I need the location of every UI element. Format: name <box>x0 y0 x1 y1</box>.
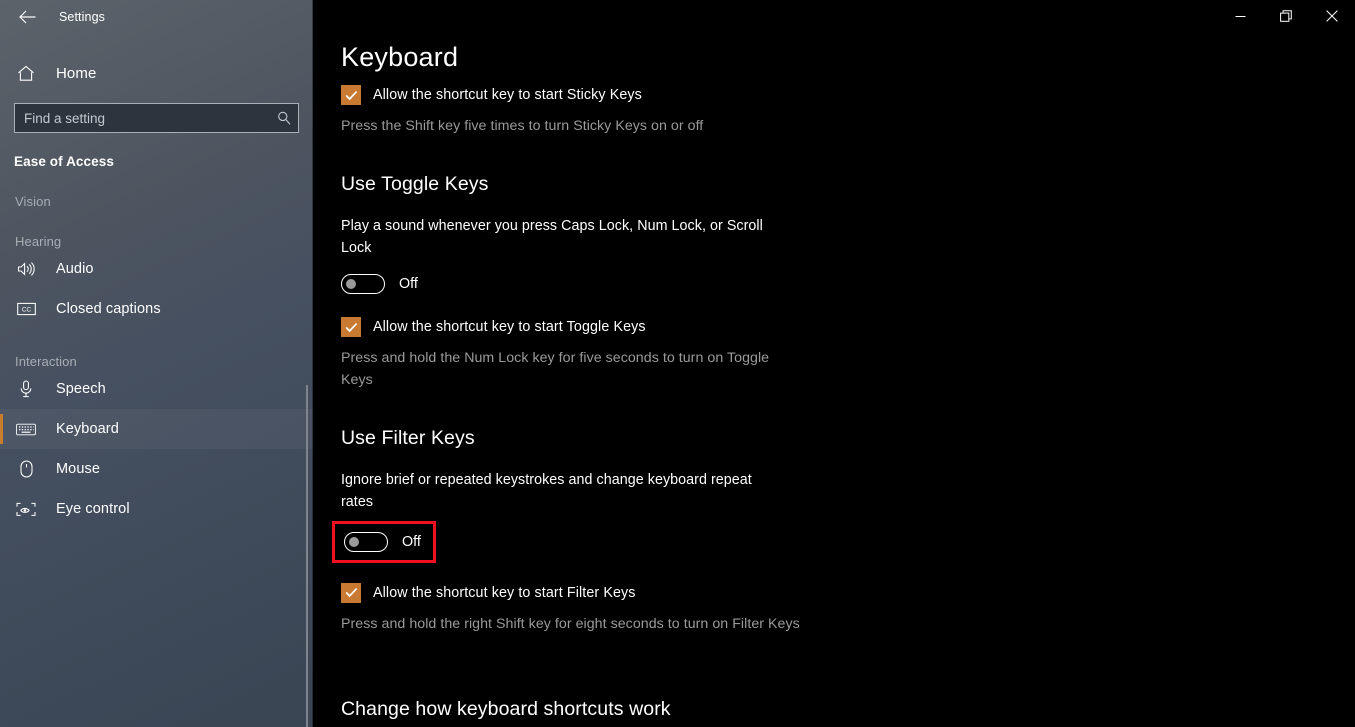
sidebar-item-audio-label: Audio <box>56 261 94 277</box>
keyboard-icon <box>15 419 37 439</box>
filter-keys-description: Ignore brief or repeated keystrokes and … <box>341 472 752 511</box>
sidebar-section-title: Ease of Access <box>14 154 114 169</box>
back-arrow-icon[interactable] <box>10 2 44 32</box>
sidebar-item-eye-control[interactable]: Eye control <box>0 489 313 529</box>
sticky-keys-checkbox-row[interactable]: Allow the shortcut key to start Sticky K… <box>341 84 1355 106</box>
toggle-keys-checkbox-label: Allow the shortcut key to start Toggle K… <box>373 319 646 336</box>
search-icon[interactable] <box>270 104 298 132</box>
filter-keys-switch-knob <box>349 536 359 547</box>
window-title: Settings <box>59 9 105 24</box>
toggle-keys-hint: Press and hold the Num Lock key for five… <box>341 350 770 389</box>
close-button[interactable] <box>1309 0 1355 32</box>
filter-keys-heading: Use Filter Keys <box>341 427 475 450</box>
sidebar-group-vision: Vision <box>15 194 51 209</box>
filter-keys-checkbox-label: Allow the shortcut key to start Filter K… <box>373 584 636 601</box>
sidebar-item-speech[interactable]: Speech <box>0 369 313 409</box>
filter-keys-switch[interactable] <box>344 531 388 552</box>
filter-keys-switch-row[interactable]: Off <box>332 520 436 563</box>
restore-button[interactable] <box>1263 0 1309 32</box>
toggle-keys-checkbox[interactable] <box>341 317 361 338</box>
filter-keys-section: Use Filter Keys Ignore brief or repeated… <box>332 427 1355 634</box>
sidebar-item-keyboard[interactable]: Keyboard <box>0 409 313 449</box>
toggle-keys-switch-state: Off <box>399 276 418 293</box>
toggle-keys-description: Play a sound whenever you press Caps Loc… <box>341 218 763 256</box>
sticky-keys-hint: Press the Shift key five times to turn S… <box>341 118 704 134</box>
sidebar-item-audio[interactable]: Audio <box>0 249 313 289</box>
sticky-keys-checkbox-label: Allow the shortcut key to start Sticky K… <box>373 87 642 103</box>
toggle-keys-switch-row[interactable]: Off <box>341 272 418 296</box>
sidebar-item-home-label: Home <box>56 64 97 82</box>
sidebar-item-mouse-label: Mouse <box>56 461 101 477</box>
microphone-icon <box>15 379 37 399</box>
page-title: Keyboard <box>341 42 459 72</box>
minimize-button[interactable] <box>1217 0 1263 32</box>
settings-window: Settings Home Ease of Access Vision <box>0 0 1355 727</box>
sidebar-item-mouse[interactable]: Mouse <box>0 449 313 489</box>
filter-keys-checkbox[interactable] <box>341 582 361 603</box>
sidebar: Settings Home Ease of Access Vision <box>0 0 313 727</box>
home-icon <box>15 62 37 84</box>
toggle-keys-heading: Use Toggle Keys <box>341 173 489 195</box>
closed-captions-icon: CC <box>15 299 37 319</box>
sidebar-item-eye-control-label: Eye control <box>56 501 130 517</box>
toggle-keys-switch[interactable] <box>341 274 385 295</box>
filter-keys-checkbox-row[interactable]: Allow the shortcut key to start Filter K… <box>341 582 1355 604</box>
eye-control-icon <box>15 499 37 519</box>
window-controls <box>1217 0 1355 32</box>
sidebar-titlebar: Settings <box>0 0 313 33</box>
sidebar-group-hearing: Hearing <box>15 234 62 249</box>
sidebar-scrollbar[interactable] <box>306 385 308 727</box>
keyboard-shortcuts-heading: Change how keyboard shortcuts work <box>341 698 671 720</box>
main-content: Keyboard Allow the shortcut key to start… <box>313 0 1355 727</box>
search-box[interactable] <box>14 103 299 133</box>
settings-panel: Keyboard Allow the shortcut key to start… <box>313 0 1355 635</box>
search-input[interactable] <box>15 104 270 132</box>
sidebar-item-keyboard-label: Keyboard <box>56 421 119 437</box>
sticky-keys-checkbox[interactable] <box>341 85 361 105</box>
sidebar-item-speech-label: Speech <box>56 381 106 397</box>
sidebar-item-closed-captions-label: Closed captions <box>56 301 161 317</box>
sidebar-group-interaction: Interaction <box>15 354 77 369</box>
sidebar-item-home[interactable]: Home <box>0 55 313 91</box>
sidebar-item-closed-captions[interactable]: CC Closed captions <box>0 289 313 329</box>
toggle-keys-switch-knob <box>346 279 356 290</box>
svg-text:CC: CC <box>21 307 31 314</box>
toggle-keys-section: Use Toggle Keys Play a sound whenever yo… <box>341 173 1355 391</box>
speaker-icon <box>15 259 37 279</box>
mouse-icon <box>15 459 37 479</box>
filter-keys-hint: Press and hold the right Shift key for e… <box>341 615 800 632</box>
toggle-keys-checkbox-row[interactable]: Allow the shortcut key to start Toggle K… <box>341 316 1355 338</box>
sticky-keys-section: Allow the shortcut key to start Sticky K… <box>341 84 1355 137</box>
filter-keys-switch-state: Off <box>402 533 421 550</box>
